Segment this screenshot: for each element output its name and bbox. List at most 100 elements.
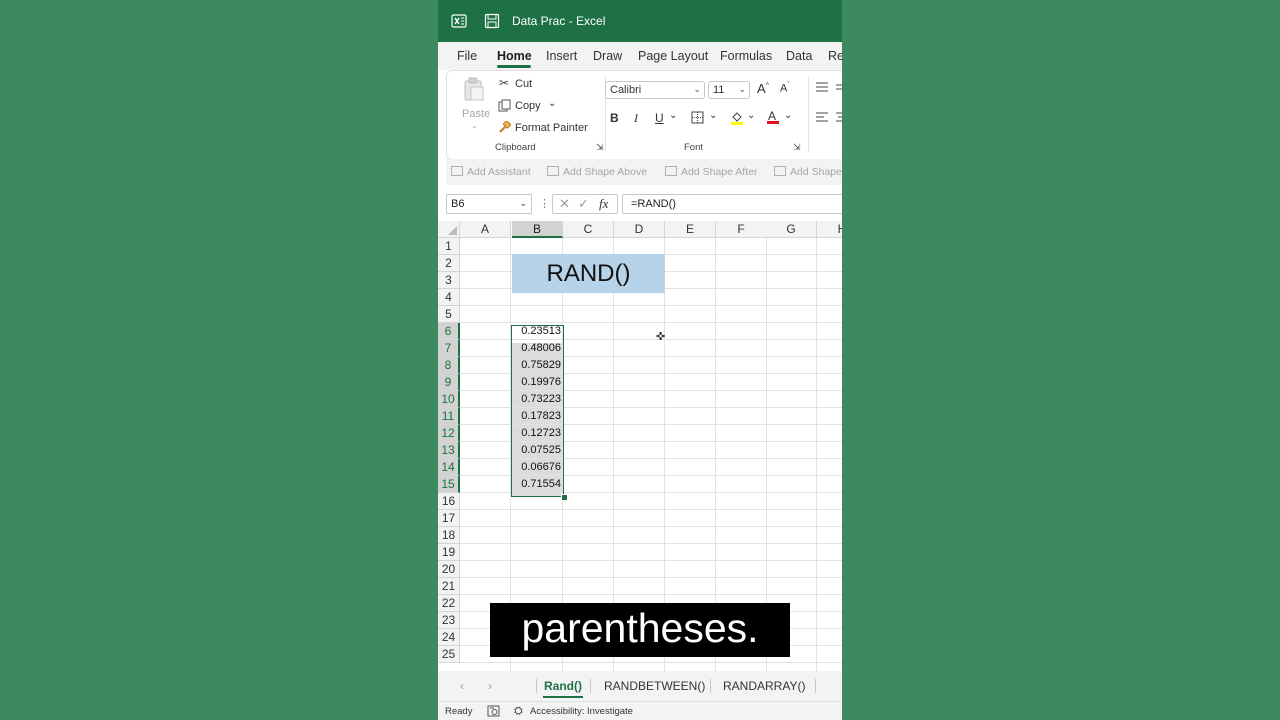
row-header-1[interactable]: 1 xyxy=(438,238,460,255)
column-header-e[interactable]: E xyxy=(665,221,716,238)
row-gridline xyxy=(460,594,842,595)
align-top-icon[interactable] xyxy=(815,81,831,93)
row-header-19[interactable]: 19 xyxy=(438,544,460,561)
copy-button[interactable]: Copy xyxy=(515,100,541,112)
align-center-icon[interactable] xyxy=(835,111,842,123)
row-header-9[interactable]: 9 xyxy=(438,374,460,391)
fill-handle[interactable] xyxy=(561,494,568,501)
font-color-dropdown-chevron-icon[interactable]: ⌄ xyxy=(784,110,792,121)
sheet-tab-randbetween[interactable]: RANDBETWEEN() xyxy=(604,679,705,693)
add-shape-above-button[interactable]: Add Shape Above xyxy=(547,166,647,178)
sheet-tab-separator xyxy=(536,679,537,693)
row-header-25[interactable]: 25 xyxy=(438,646,460,663)
add-assistant-icon xyxy=(451,166,463,176)
underline-dropdown-chevron-icon[interactable]: ⌄ xyxy=(669,110,677,121)
tab-file[interactable]: File xyxy=(457,49,477,63)
tab-insert[interactable]: Insert xyxy=(546,49,577,63)
align-left-icon[interactable] xyxy=(815,111,831,123)
row-header-23[interactable]: 23 xyxy=(438,612,460,629)
tab-home[interactable]: Home xyxy=(497,49,532,63)
formula-input[interactable]: =RAND() xyxy=(622,194,842,214)
add-assistant-button[interactable]: Add Assistant xyxy=(451,166,531,178)
row-header-14[interactable]: 14 xyxy=(438,459,460,476)
rand-title-cell[interactable]: RAND() xyxy=(512,254,665,293)
row-header-17[interactable]: 17 xyxy=(438,510,460,527)
font-name-combo[interactable]: Calibri ⌄ xyxy=(605,81,705,99)
sheet-tab-randarray[interactable]: RANDARRAY() xyxy=(723,679,805,693)
enter-icon[interactable]: ✓ xyxy=(578,196,589,212)
row-header-3[interactable]: 3 xyxy=(438,272,460,289)
name-box[interactable]: B6 ⌄ xyxy=(446,194,532,214)
format-painter-button[interactable]: Format Painter xyxy=(515,122,588,134)
insert-function-icon[interactable]: fx xyxy=(599,196,608,212)
macro-recording-icon[interactable] xyxy=(487,705,500,717)
svg-text:A: A xyxy=(768,109,776,123)
more-options-icon[interactable]: ⋮ xyxy=(539,197,550,210)
row-header-24[interactable]: 24 xyxy=(438,629,460,646)
row-header-13[interactable]: 13 xyxy=(438,442,460,459)
clipboard-dialog-launcher-icon[interactable]: ⇲ xyxy=(596,142,604,153)
cut-button[interactable]: Cut xyxy=(515,78,532,90)
font-dialog-launcher-icon[interactable]: ⇲ xyxy=(793,142,801,153)
tab-page-layout[interactable]: Page Layout xyxy=(638,49,708,63)
decrease-font-size-icon[interactable]: Aˇ xyxy=(780,82,790,95)
row-header-4[interactable]: 4 xyxy=(438,289,460,306)
sheet-tab-bar: ‹ › Rand() RANDBETWEEN() RANDARRAY() xyxy=(438,671,842,701)
font-color-icon[interactable]: A xyxy=(766,109,780,125)
chevron-down-icon: ⌄ xyxy=(693,84,701,94)
row-header-18[interactable]: 18 xyxy=(438,527,460,544)
fill-color-icon[interactable] xyxy=(730,110,744,125)
tab-formulas[interactable]: Formulas xyxy=(720,49,772,63)
row-header-6[interactable]: 6 xyxy=(438,323,460,340)
tab-data[interactable]: Data xyxy=(786,49,812,63)
group-separator xyxy=(808,77,809,151)
row-header-16[interactable]: 16 xyxy=(438,493,460,510)
column-header-f[interactable]: F xyxy=(716,221,767,238)
column-header-c[interactable]: C xyxy=(563,221,614,238)
row-header-8[interactable]: 8 xyxy=(438,357,460,374)
row-header-10[interactable]: 10 xyxy=(438,391,460,408)
sheet-tab-rand[interactable]: Rand() xyxy=(544,679,582,693)
column-header-g[interactable]: G xyxy=(766,221,817,238)
row-header-15[interactable]: 15 xyxy=(438,476,460,493)
borders-icon[interactable] xyxy=(691,111,704,124)
column-header-a[interactable]: A xyxy=(460,221,511,238)
column-header-d[interactable]: D xyxy=(614,221,665,238)
underline-button[interactable]: U xyxy=(655,111,664,125)
cancel-icon[interactable]: ✕ xyxy=(559,196,570,212)
row-header-5[interactable]: 5 xyxy=(438,306,460,323)
row-header-21[interactable]: 21 xyxy=(438,578,460,595)
accessibility-icon[interactable]: ⛭ xyxy=(514,705,523,718)
save-icon[interactable] xyxy=(484,13,500,29)
add-shape-button[interactable]: Add Shape xyxy=(774,166,842,178)
italic-button[interactable]: I xyxy=(634,111,638,126)
status-ready: Ready xyxy=(445,706,473,717)
column-header-h[interactable]: H xyxy=(817,221,842,238)
add-shape-after-button[interactable]: Add Shape After xyxy=(665,166,757,178)
font-size-combo[interactable]: 11 ⌄ xyxy=(708,81,750,99)
active-tab-indicator xyxy=(497,65,531,68)
row-header-12[interactable]: 12 xyxy=(438,425,460,442)
bold-button[interactable]: B xyxy=(610,111,619,125)
row-header-11[interactable]: 11 xyxy=(438,408,460,425)
ribbon-home: Paste ⌄ ✂ Cut Copy ⌄ Format Painter Clip… xyxy=(446,70,842,160)
formula-bar: B6 ⌄ ⋮ ✕ ✓ fx =RAND() xyxy=(438,191,842,217)
copy-dropdown-chevron-icon[interactable]: ⌄ xyxy=(548,98,556,109)
row-header-20[interactable]: 20 xyxy=(438,561,460,578)
chevron-left-icon[interactable]: ‹ xyxy=(460,679,464,693)
tab-draw[interactable]: Draw xyxy=(593,49,622,63)
accessibility-status[interactable]: Accessibility: Investigate xyxy=(530,706,633,717)
align-middle-icon[interactable] xyxy=(835,81,842,93)
fill-color-dropdown-chevron-icon[interactable]: ⌄ xyxy=(747,110,755,121)
tab-review[interactable]: Re xyxy=(828,49,842,63)
paste-dropdown-chevron-icon[interactable]: ⌄ xyxy=(471,121,478,130)
chevron-right-icon[interactable]: › xyxy=(488,679,492,693)
row-header-2[interactable]: 2 xyxy=(438,255,460,272)
paste-button[interactable]: Paste xyxy=(462,108,490,120)
row-header-7[interactable]: 7 xyxy=(438,340,460,357)
borders-dropdown-chevron-icon[interactable]: ⌄ xyxy=(709,110,717,121)
increase-font-size-icon[interactable]: A^ xyxy=(757,81,769,96)
select-all-button[interactable] xyxy=(438,221,460,238)
row-header-22[interactable]: 22 xyxy=(438,595,460,612)
column-header-b[interactable]: B xyxy=(512,221,563,238)
